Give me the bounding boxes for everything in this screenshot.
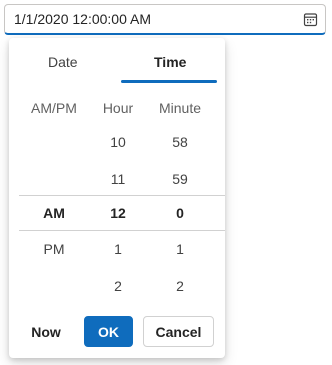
datetime-input[interactable]: 1/1/2020 12:00:00 AM	[4, 4, 326, 35]
minute-option[interactable]: 59	[154, 171, 206, 187]
hour-option[interactable]: 11	[93, 171, 143, 187]
hour-column-header: Hour	[102, 100, 134, 116]
now-button[interactable]: Now	[21, 316, 71, 347]
ampm-option[interactable]: PM	[29, 241, 79, 257]
ampm-option-selected[interactable]: AM	[29, 205, 79, 221]
cancel-button[interactable]: Cancel	[143, 316, 214, 347]
minute-option[interactable]: 58	[154, 134, 206, 150]
time-picker-popup: Date Time AM/PM Hour Minute 10 11 12 1 2…	[9, 38, 225, 358]
hour-option[interactable]: 1	[93, 241, 143, 257]
minute-option[interactable]: 2	[154, 278, 206, 294]
minute-option-selected[interactable]: 0	[154, 205, 206, 221]
calendar-icon[interactable]	[303, 12, 318, 27]
selection-divider-top	[19, 195, 225, 196]
tab-time-indicator	[121, 80, 217, 83]
selection-divider-bottom	[19, 230, 225, 231]
hour-option[interactable]: 10	[93, 134, 143, 150]
ok-button[interactable]: OK	[84, 316, 133, 347]
hour-option[interactable]: 2	[93, 278, 143, 294]
ampm-column-header: AM/PM	[31, 100, 77, 116]
picker-tabs: Date Time	[9, 38, 225, 84]
datetime-input-value: 1/1/2020 12:00:00 AM	[14, 11, 151, 27]
datetime-picker-root: 1/1/2020 12:00:00 AM Date Time AM/PM Hou…	[0, 0, 332, 365]
tab-date[interactable]: Date	[48, 54, 78, 70]
hour-option-selected[interactable]: 12	[93, 205, 143, 221]
minute-option[interactable]: 1	[154, 241, 206, 257]
tab-time[interactable]: Time	[154, 54, 186, 70]
minute-column-header: Minute	[158, 100, 202, 116]
